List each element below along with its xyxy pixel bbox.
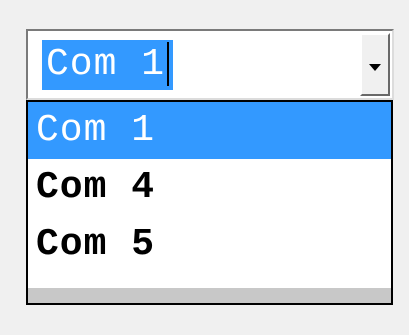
dropdown-item-com-4[interactable]: Com 4	[28, 159, 391, 216]
dropdown-item-com-5[interactable]: Com 5	[28, 216, 391, 273]
combo-selected-text: Com 1	[46, 43, 166, 86]
chevron-down-icon	[369, 64, 381, 71]
com-port-combobox[interactable]: Com 1	[26, 29, 394, 100]
horizontal-scrollbar[interactable]	[26, 288, 393, 305]
dropdown-item-com-1[interactable]: Com 1	[28, 102, 391, 159]
com-port-dropdown-list: Com 1 Com 4 Com 5	[26, 100, 393, 290]
dropdown-toggle-button[interactable]	[360, 33, 390, 96]
combo-selected-value[interactable]: Com 1	[42, 40, 174, 90]
text-caret	[167, 41, 170, 86]
